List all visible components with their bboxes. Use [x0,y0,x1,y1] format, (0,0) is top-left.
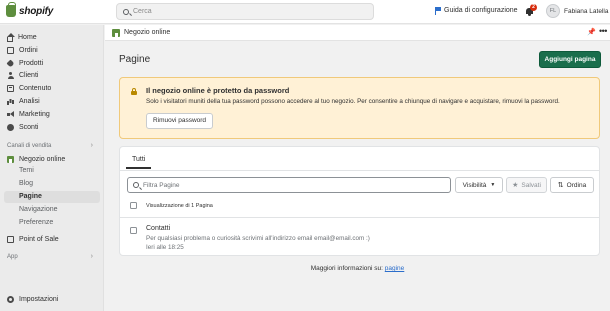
caret-down-icon: ▼ [490,182,496,188]
sidebar-item-label: Analisi [19,97,40,105]
page-title-link[interactable]: Contatti [146,225,170,232]
shopify-logo[interactable]: shopify [6,2,54,17]
pages-card: Tutti Filtra Pagine Visibilità ▼ ★ Salva… [119,146,600,256]
sidebar-item-marketing[interactable]: Marketing [7,109,50,119]
page-title: Pagine [119,54,151,65]
footer-text: Maggiori informazioni su: [310,265,383,272]
divider [120,217,599,218]
sidebar-item-label: Ordini [19,46,38,54]
search-icon [123,8,129,15]
setup-guide-link[interactable]: Guida di configurazione [435,7,518,15]
shopify-bag-icon [6,2,16,17]
apps-label: App [7,254,18,260]
sidebar-item-discounts[interactable]: Sconti [7,122,38,132]
sidebar-subitem-blog[interactable]: Blog [19,180,33,190]
list-count-label: Visualizzazione di 1 Pagina [146,202,213,209]
sidebar-item-content[interactable]: Contenuto [7,83,51,93]
sidebar: Home Ordini Prodotti Clienti Contenuto A… [0,25,104,311]
sidebar-subitem-pages[interactable]: Pagine [19,193,42,203]
password-warning-banner: Il negozio online è protetto da password… [119,77,600,139]
select-all-checkbox[interactable] [130,202,137,209]
sort-label: Ordina [566,181,587,189]
sort-icon: ⇅ [557,182,564,189]
content-icon [7,84,14,92]
banner-title: Il negozio online è protetto da password [146,86,290,95]
sidebar-item-home[interactable]: Home [6,32,37,42]
sidebar-item-label: Impostazioni [19,295,59,303]
sidebar-subitem-preferences[interactable]: Preferenze [19,219,53,229]
setup-guide-label: Guida di configurazione [444,7,518,14]
megaphone-icon [7,110,14,118]
sidebar-item-label: Point of Sale [19,235,59,243]
sidebar-item-label: Prodotti [19,59,44,67]
footer-pages-link[interactable]: pagine [385,265,405,272]
sidebar-item-label: Contenuto [19,84,52,92]
breadcrumb: Negozio online 📌 ••• [105,25,610,41]
divider [120,170,599,171]
sidebar-item-online-store[interactable]: Negozio online [7,154,65,164]
sidebar-item-customers[interactable]: Clienti [7,70,38,80]
filter-pages-input[interactable]: Filtra Pagine [127,177,451,193]
store-icon [7,155,14,163]
remove-password-button[interactable]: Rimuovi password [146,113,213,129]
person-icon [7,71,14,79]
avatar: FL [546,4,560,18]
more-options-icon[interactable]: ••• [599,26,607,36]
pin-icon[interactable]: 📌 [587,28,596,36]
sidebar-item-settings[interactable]: Impostazioni [7,294,58,304]
visibility-label: Visibilità [462,181,487,189]
sidebar-subitem-themes[interactable]: Temi [19,167,34,177]
flag-icon [435,7,441,15]
search-input[interactable]: Cerca [116,3,374,20]
sidebar-item-orders[interactable]: Ordini [7,45,38,55]
sidebar-item-label: Sconti [19,123,39,131]
chevron-right-icon[interactable]: › [91,253,93,260]
gear-icon [7,295,14,303]
sidebar-item-label: Negozio online [19,155,66,163]
breadcrumb-label[interactable]: Negozio online [124,29,170,36]
add-page-button[interactable]: Aggiungi pagina [539,51,601,68]
lock-icon [131,88,137,95]
store-icon [112,29,120,37]
search-placeholder: Cerca [133,8,152,15]
sidebar-item-label: Clienti [19,71,39,79]
sidebar-item-point-of-sale[interactable]: Point of Sale [7,234,59,244]
sidebar-item-label: Marketing [19,110,50,118]
visibility-button[interactable]: Visibilità ▼ [455,177,503,193]
notifications-badge: 2 [530,4,537,11]
tab-all[interactable]: Tutti [126,153,152,169]
page-date: Ieri alle 18:25 [146,244,184,251]
sidebar-item-products[interactable]: Prodotti [6,58,44,68]
discount-icon [7,123,14,131]
home-icon [6,32,15,42]
tag-icon [6,59,15,67]
sidebar-item-label: Home [18,33,37,41]
sort-button[interactable]: ⇅ Ordina [550,177,594,193]
saved-button[interactable]: ★ Salvati [506,177,547,193]
logo-text: shopify [19,5,54,17]
notifications-button[interactable]: 2 [525,4,537,16]
star-icon: ★ [512,182,519,189]
sidebar-item-analytics[interactable]: Analisi [7,96,40,106]
sales-channels-label: Canali di vendita [7,143,52,149]
point-of-sale-icon [7,235,14,243]
user-menu[interactable]: FL Fabiana Latella [546,4,608,18]
row-checkbox[interactable] [130,227,137,234]
search-icon [133,182,139,188]
top-bar: shopify Cerca Guida di configurazione 2 … [0,0,610,24]
page-excerpt: Per qualsiasi problema o curiosità scriv… [146,235,370,242]
sidebar-subitem-navigation[interactable]: Navigazione [19,206,58,216]
orders-icon [7,46,14,54]
list-header: Visualizzazione di 1 Pagina [130,202,213,209]
user-name: Fabiana Latella [564,7,609,15]
chevron-right-icon[interactable]: › [91,142,93,149]
saved-label: Salvati [521,181,541,189]
bar-chart-icon [7,98,14,105]
footer-help: Maggiori informazioni su: pagine [105,265,610,272]
filter-placeholder: Filtra Pagine [143,181,180,189]
banner-text: Solo i visitatori muniti della tua passw… [146,98,560,105]
